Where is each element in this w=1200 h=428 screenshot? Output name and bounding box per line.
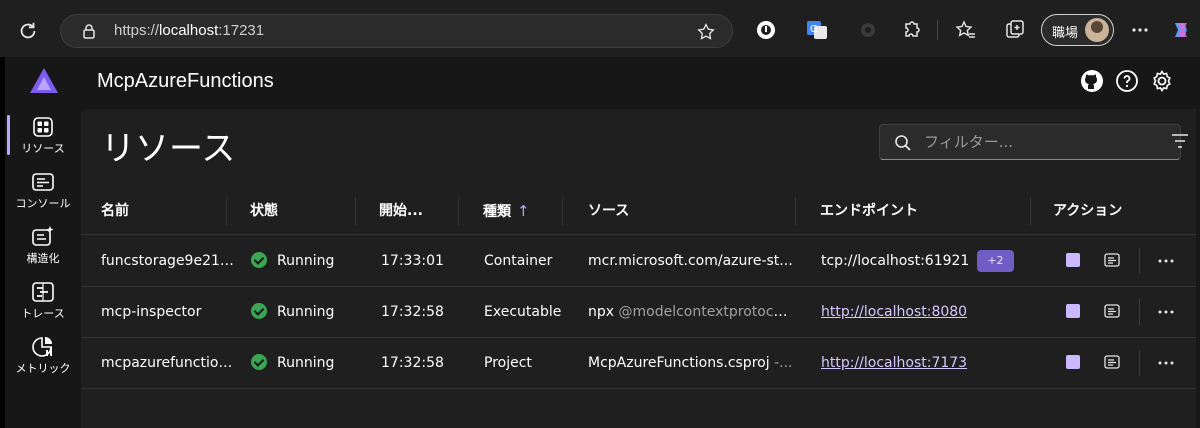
collections-icon[interactable]: [1004, 19, 1026, 41]
app-header: McpAzureFunctions: [5, 57, 1200, 109]
column-header-state[interactable]: 状態: [230, 187, 356, 235]
avatar: [1085, 18, 1109, 42]
endpoint-cell: http://localhost:7173: [801, 338, 1031, 388]
more-actions-icon[interactable]: [1158, 310, 1174, 314]
main-panel: リソース 名前 状態 開始... 種類↑ ソース エンドポイント アクション f…: [81, 109, 1200, 428]
help-icon[interactable]: [1115, 69, 1139, 93]
nav-item-structured[interactable]: 構造化: [5, 219, 81, 271]
nav-item-console[interactable]: コンソール: [5, 164, 81, 216]
state-cell: Running: [231, 287, 351, 337]
state-cell: Running: [231, 338, 351, 388]
extensions-icon[interactable]: [900, 19, 922, 41]
endpoint-link[interactable]: http://localhost:8080: [821, 304, 967, 320]
resource-source: mcr.microsoft.com/azure-st...: [588, 253, 793, 269]
column-header-name[interactable]: 名前: [81, 187, 227, 235]
start-time: 17:32:58: [381, 355, 444, 371]
start-time: 17:33:01: [381, 253, 444, 269]
column-header-source[interactable]: ソース: [568, 187, 796, 235]
more-options-icon[interactable]: [1129, 19, 1151, 41]
column-header-endpoint[interactable]: エンドポイント: [800, 187, 1031, 235]
column-header-actions[interactable]: アクション: [1033, 187, 1193, 235]
more-actions-icon[interactable]: [1158, 259, 1174, 263]
profile-name: 職場: [1052, 26, 1079, 41]
status-running-icon: [251, 252, 267, 268]
browser-toolbar: https://localhost:17231 G 職場: [0, 0, 1200, 57]
filter-options-icon[interactable]: [1171, 133, 1189, 149]
edge-extension-icon[interactable]: [755, 19, 777, 41]
page-title: リソース: [101, 129, 236, 169]
resource-type: Project: [484, 355, 532, 371]
nav-label: トレース: [21, 307, 65, 320]
nav-label: メトリック: [15, 362, 71, 375]
profile-button[interactable]: 職場: [1041, 14, 1114, 46]
resource-name[interactable]: funcstorage9e217...: [81, 236, 236, 286]
scrollbar[interactable]: [1196, 109, 1200, 428]
address-url[interactable]: https://localhost:17231: [114, 22, 264, 39]
table-row[interactable]: mcp-inspector Running 17:32:58 Executabl…: [81, 287, 1200, 338]
table-row[interactable]: funcstorage9e217... Running 17:33:01 Con…: [81, 236, 1200, 287]
column-header-start[interactable]: 開始...: [359, 187, 459, 235]
address-bar[interactable]: https://localhost:17231: [60, 14, 733, 48]
stop-button[interactable]: [1066, 355, 1080, 369]
status-running-icon: [251, 303, 267, 319]
structured-log-icon: [32, 226, 54, 246]
action-divider: [1139, 350, 1140, 376]
action-divider: [1139, 248, 1140, 274]
table-row[interactable]: mcpazurefunctions... Running 17:32:58 Pr…: [81, 338, 1200, 389]
side-navigation: リソース コンソール 構造化 トレース メトリック: [5, 109, 81, 428]
endpoint-cell: http://localhost:8080: [801, 287, 1031, 337]
action-divider: [1139, 299, 1140, 325]
resource-name[interactable]: mcpazurefunctions...: [81, 338, 236, 388]
console-logs-icon[interactable]: [1104, 355, 1120, 369]
app-title[interactable]: McpAzureFunctions: [97, 70, 274, 93]
traces-icon: [32, 282, 54, 302]
resource-name[interactable]: mcp-inspector: [81, 287, 236, 337]
endpoint-cell: tcp://localhost:61921 +2: [801, 236, 1031, 286]
nav-label: コンソール: [15, 197, 71, 210]
favorites-icon[interactable]: [955, 19, 977, 41]
resource-type: Container: [484, 253, 553, 269]
filter-box[interactable]: [879, 124, 1181, 160]
nav-item-traces[interactable]: トレース: [5, 274, 81, 326]
filter-input[interactable]: [924, 131, 1164, 153]
stop-button[interactable]: [1066, 253, 1080, 267]
search-icon: [895, 135, 911, 151]
toolbar-divider: [937, 20, 938, 40]
more-actions-icon[interactable]: [1158, 361, 1174, 365]
status-running-icon: [251, 354, 267, 370]
console-logs-icon[interactable]: [1104, 253, 1120, 267]
svg-text:G: G: [810, 24, 818, 35]
metrics-icon: [32, 337, 52, 357]
endpoint-text[interactable]: tcp://localhost:61921: [821, 253, 969, 269]
more-endpoints-badge[interactable]: +2: [977, 250, 1014, 272]
nav-label: リソース: [21, 142, 65, 155]
state-cell: Running: [231, 236, 351, 286]
grid-icon: [33, 117, 53, 137]
resource-type: Executable: [484, 304, 562, 320]
start-time: 17:32:58: [381, 304, 444, 320]
gear-extension-icon[interactable]: [857, 19, 879, 41]
lock-icon[interactable]: [81, 23, 97, 39]
reload-icon[interactable]: [17, 20, 39, 42]
nav-label: 構造化: [26, 252, 60, 265]
translate-icon[interactable]: G: [806, 19, 828, 41]
resource-source: McpAzureFunctions.csproj -...: [588, 355, 793, 371]
console-logs-icon[interactable]: [1104, 304, 1120, 318]
github-icon[interactable]: [1080, 69, 1104, 93]
endpoint-link[interactable]: http://localhost:7173: [821, 355, 967, 371]
favorite-star-icon[interactable]: [696, 22, 716, 42]
sort-ascending-icon: ↑: [517, 202, 530, 220]
console-icon: [32, 173, 54, 191]
table-header: 名前 状態 開始... 種類 ↑ ソース エンドポイント アクション: [81, 187, 1200, 235]
copilot-icon[interactable]: [1170, 19, 1192, 41]
settings-gear-icon[interactable]: [1150, 69, 1174, 93]
nav-item-metrics[interactable]: メトリック: [5, 329, 81, 381]
resource-source: npx @modelcontextprotoco...: [588, 304, 793, 320]
app-window: McpAzureFunctions リソース コンソール 構造化 トレース メト…: [0, 57, 1200, 428]
aspire-logo-icon[interactable]: [29, 67, 59, 95]
stop-button[interactable]: [1066, 304, 1080, 318]
column-header-type[interactable]: 種類 ↑: [463, 187, 563, 235]
nav-item-resources[interactable]: リソース: [5, 109, 81, 161]
